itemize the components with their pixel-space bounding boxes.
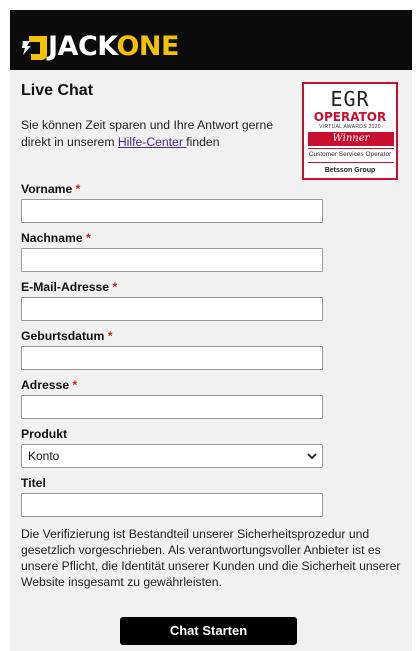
- verification-disclaimer: Die Verifizierung ist Bestandteil unsere…: [21, 527, 401, 589]
- logo-wordmark: JACKONE: [48, 30, 179, 64]
- address-input[interactable]: [21, 395, 323, 419]
- logo-bolt-icon: [22, 36, 47, 60]
- required-marker: *: [112, 280, 118, 294]
- last-name-label-text: Nachname: [21, 231, 83, 245]
- intro-text: Sie können Zeit sparen und Ihre Antwort …: [21, 117, 291, 151]
- badge-divider: [308, 162, 394, 163]
- title-input[interactable]: [21, 493, 323, 517]
- logo-word-jack: JACK: [48, 31, 117, 62]
- product-select[interactable]: Konto: [21, 444, 323, 468]
- badge-divider: [308, 148, 394, 149]
- jackone-logo[interactable]: JACKONE: [21, 30, 185, 64]
- badge-winner: Winner: [308, 132, 394, 146]
- email-input[interactable]: [21, 297, 323, 321]
- required-marker: *: [75, 182, 81, 196]
- chevron-down-icon: [307, 453, 317, 460]
- product-selected-value: Konto: [28, 449, 60, 463]
- page-title: Live Chat: [21, 82, 94, 99]
- title-label: Titel: [21, 476, 46, 490]
- required-marker: *: [107, 329, 113, 343]
- brand-header: JACKONE: [10, 10, 412, 70]
- last-name-input[interactable]: [21, 248, 323, 272]
- help-center-link[interactable]: Hilfe-Center: [118, 135, 186, 149]
- intro-text-suffix: finden: [186, 135, 220, 149]
- badge-sponsor: Betsson Group: [324, 167, 376, 174]
- email-label-text: E-Mail-Adresse: [21, 280, 110, 294]
- last-name-label: Nachname *: [21, 231, 91, 245]
- required-marker: *: [72, 378, 78, 392]
- first-name-input[interactable]: [21, 199, 323, 223]
- first-name-label-text: Vorname: [21, 182, 73, 196]
- badge-awards-line: VIRTUAL AWARDS 2020: [319, 124, 381, 130]
- email-label: E-Mail-Adresse *: [21, 280, 117, 294]
- egr-award-badge: EGR OPERATOR VIRTUAL AWARDS 2020 Winner …: [302, 82, 398, 180]
- birthdate-label-text: Geburtsdatum: [21, 329, 105, 343]
- start-chat-button[interactable]: Chat Starten: [120, 617, 297, 645]
- address-label: Adresse *: [21, 378, 77, 392]
- birthdate-label: Geburtsdatum *: [21, 329, 112, 343]
- required-marker: *: [86, 231, 91, 245]
- chat-form-panel: JACKONE Live Chat Sie können Zeit sparen…: [10, 10, 412, 651]
- badge-egr: EGR: [330, 87, 370, 111]
- birthdate-input[interactable]: [21, 346, 323, 370]
- badge-operator: OPERATOR: [313, 110, 387, 124]
- logo-word-one: ONE: [116, 31, 179, 62]
- address-label-text: Adresse: [21, 378, 70, 392]
- product-label: Produkt: [21, 427, 68, 441]
- first-name-label: Vorname *: [21, 182, 80, 196]
- badge-category: Customer Services Operator: [308, 151, 392, 158]
